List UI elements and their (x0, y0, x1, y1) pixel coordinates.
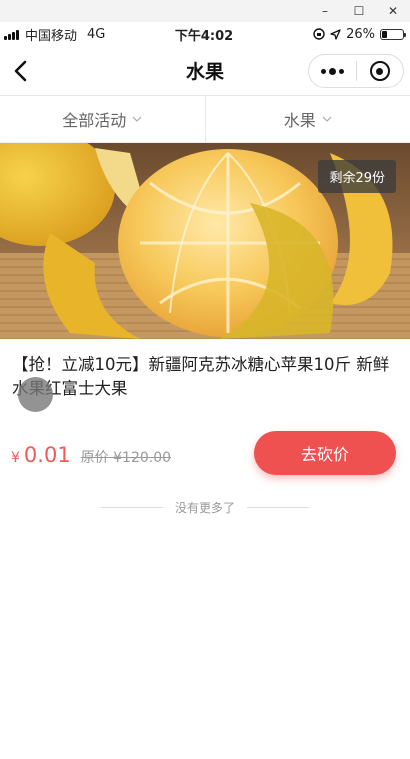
bargain-button[interactable]: 去砍价 (254, 431, 396, 475)
no-more-label: 没有更多了 (174, 500, 235, 515)
miniprogram-capsule (308, 54, 404, 88)
network-label: 4G (87, 26, 106, 42)
clock: 下午4:02 (174, 28, 234, 44)
floating-assist-button[interactable] (18, 377, 53, 412)
window-chrome: – ☐ ✕ (0, 0, 410, 22)
list-end-indicator: 没有更多了 (0, 497, 410, 517)
filter-category[interactable]: 水果 (206, 96, 410, 142)
more-button[interactable] (309, 55, 356, 87)
minimize-button[interactable]: – (308, 0, 342, 22)
back-arrow-icon (14, 60, 27, 82)
carrier-label: 中国移动 (25, 28, 78, 44)
location-icon (330, 28, 341, 40)
nav-bar: 水果 (0, 46, 410, 96)
page-title: 水果 (185, 61, 224, 83)
battery-icon (380, 28, 406, 40)
filter-activity[interactable]: 全部活动 (0, 96, 205, 142)
more-dots-icon (320, 67, 344, 75)
target-icon (369, 61, 390, 81)
filter-label: 水果 (283, 111, 316, 130)
current-price: 0.01 (23, 443, 71, 467)
battery-percent: 26% (346, 26, 375, 42)
status-bar: 中国移动 4G 下午4:02 26% (0, 22, 410, 46)
signal-icon (4, 29, 19, 40)
product-title[interactable]: 【抢！立减10元】新疆阿克苏冰糖心苹果10斤 新鲜水果红富士大果 (0, 339, 410, 409)
close-miniprogram-button[interactable] (357, 55, 404, 87)
maximize-button[interactable]: ☐ (342, 0, 376, 22)
chevron-down-icon (132, 116, 142, 122)
filter-label: 全部活动 (62, 111, 127, 130)
price: ¥ 0.01 原价 ¥120.00 (11, 443, 171, 467)
filter-bar: 全部活动 水果 (0, 96, 410, 143)
price-row: ¥ 0.01 原价 ¥120.00 去砍价 (0, 431, 410, 497)
close-button[interactable]: ✕ (376, 0, 410, 22)
back-button[interactable] (6, 56, 34, 86)
lock-rotation-icon (313, 28, 325, 40)
chevron-down-icon (322, 116, 332, 122)
product-image[interactable]: 剩余29份 (0, 143, 410, 339)
currency-symbol: ¥ (11, 450, 20, 466)
original-price: 原价 ¥120.00 (80, 450, 172, 466)
stock-badge: 剩余29份 (318, 160, 396, 193)
